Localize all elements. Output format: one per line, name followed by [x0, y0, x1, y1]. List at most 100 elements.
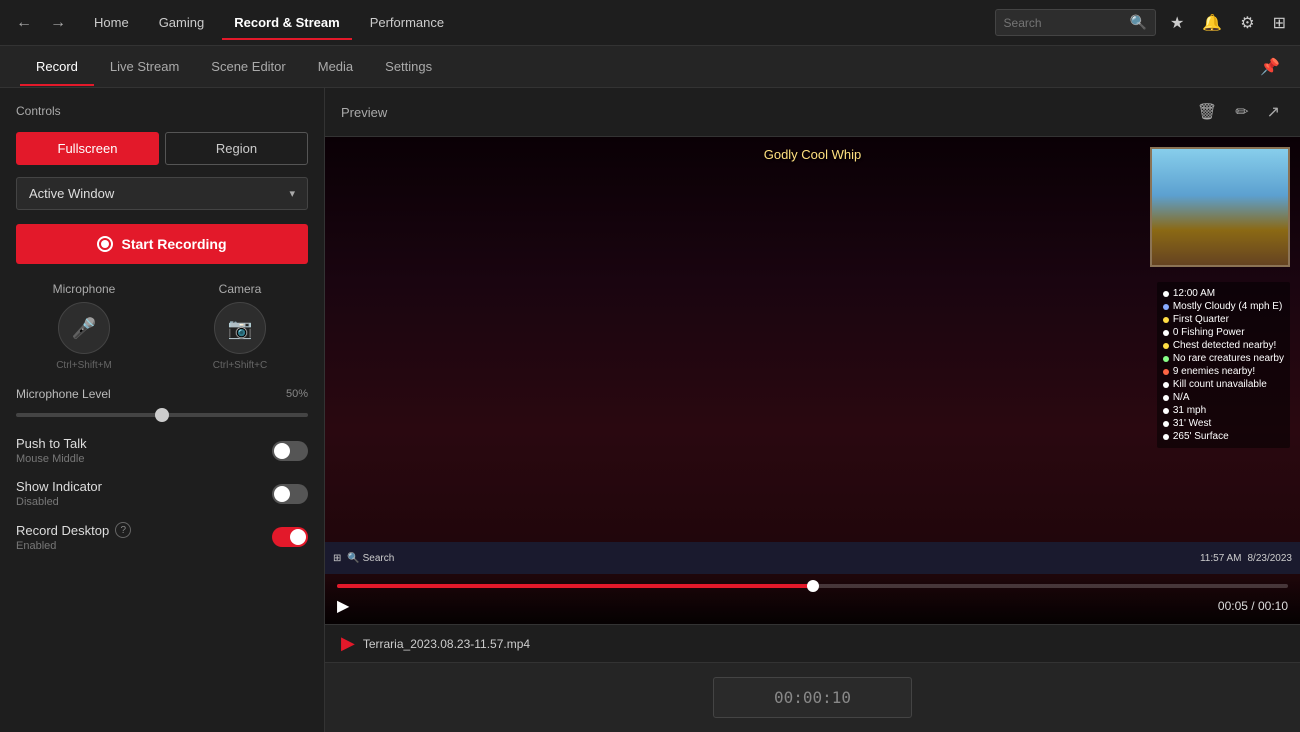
hud-dot-8 — [1163, 382, 1169, 388]
push-to-talk-label: Push to Talk — [16, 436, 87, 451]
fullscreen-button[interactable]: Fullscreen — [16, 132, 159, 165]
hud-dot-9 — [1163, 395, 1169, 401]
gear-icon[interactable]: ⚙ — [1236, 9, 1258, 37]
active-window-dropdown[interactable]: Active Window ▾ — [16, 177, 308, 210]
hud-text-7: 9 enemies nearby! — [1173, 366, 1255, 377]
file-icon: ▶ — [341, 633, 355, 654]
hud-dot-3 — [1163, 317, 1169, 323]
hud-text-8: Kill count unavailable — [1173, 379, 1267, 390]
nav-home[interactable]: Home — [82, 11, 141, 34]
grid-icon[interactable]: ⊞ — [1269, 9, 1290, 37]
hud-text-6: No rare creatures nearby — [1173, 353, 1284, 364]
microphone-level-row: Microphone Level 50% — [16, 387, 308, 420]
dropdown-value: Active Window — [29, 186, 114, 201]
start-recording-button[interactable]: Start Recording — [16, 224, 308, 264]
camera-icon: 📷 — [228, 316, 253, 341]
forward-button[interactable]: → — [44, 10, 72, 36]
hud-text-1: 12:00 AM — [1173, 288, 1215, 299]
hud-dot-12 — [1163, 434, 1169, 440]
search-icon[interactable]: 🔍 — [1130, 14, 1147, 31]
hud-dot-1 — [1163, 291, 1169, 297]
microphone-shortcut: Ctrl+Shift+M — [56, 360, 112, 371]
hud-line-4: 0 Fishing Power — [1163, 327, 1284, 338]
total-time: 00:10 — [1258, 599, 1288, 613]
pin-icon[interactable]: 📌 — [1260, 59, 1280, 76]
toggle-knob-3 — [290, 529, 306, 545]
left-panel: Controls Fullscreen Region Active Window… — [0, 88, 325, 732]
hud-dot-2 — [1163, 304, 1169, 310]
tab-record[interactable]: Record — [20, 49, 94, 84]
microphone-level-slider[interactable] — [16, 413, 308, 417]
tab-live-stream[interactable]: Live Stream — [94, 49, 195, 84]
show-indicator-sub: Disabled — [16, 496, 102, 508]
record-icon — [97, 236, 113, 252]
camera-button[interactable]: 📷 — [214, 302, 266, 354]
time-display: 00:05 / 00:10 — [1218, 599, 1288, 613]
microphone-level-value: 50% — [286, 388, 308, 400]
hud-line-8: Kill count unavailable — [1163, 379, 1284, 390]
minimap — [1150, 147, 1290, 267]
bookmark-icon[interactable]: ★ — [1166, 9, 1188, 37]
progress-bar[interactable] — [337, 584, 1288, 588]
taskbar-start: ⊞ — [333, 553, 341, 564]
preview-header: Preview 🗑 ✏ ↗ — [325, 88, 1300, 137]
push-to-talk-row: Push to Talk Mouse Middle — [16, 436, 308, 465]
region-button[interactable]: Region — [165, 132, 308, 165]
microphone-level-label: Microphone Level — [16, 387, 111, 401]
hud-dot-4 — [1163, 330, 1169, 336]
record-desktop-sub: Enabled — [16, 540, 131, 552]
file-info-row: ▶ Terraria_2023.08.23-11.57.mp4 — [325, 624, 1300, 662]
hud-text-5: Chest detected nearby! — [1173, 340, 1276, 351]
right-panel: Preview 🗑 ✏ ↗ Godly Cool Whip 12:00 — [325, 88, 1300, 732]
hud-line-6: No rare creatures nearby — [1163, 353, 1284, 364]
nav-performance[interactable]: Performance — [358, 11, 456, 34]
controls-title: Controls — [16, 104, 308, 118]
game-preview: Godly Cool Whip 12:00 AM Mostly Cloudy (… — [325, 137, 1300, 624]
microphone-control: Microphone 🎤 Ctrl+Shift+M — [16, 282, 152, 371]
hud-dot-7 — [1163, 369, 1169, 375]
help-icon[interactable]: ? — [115, 522, 131, 538]
show-indicator-row: Show Indicator Disabled — [16, 479, 308, 508]
microphone-button[interactable]: 🎤 — [58, 302, 110, 354]
nav-record-stream[interactable]: Record & Stream — [222, 11, 351, 34]
current-time: 00:05 — [1218, 599, 1248, 613]
hud-text-11: 31' West — [1173, 418, 1211, 429]
push-to-talk-toggle[interactable] — [272, 441, 308, 461]
show-indicator-toggle[interactable] — [272, 484, 308, 504]
back-button[interactable]: ← — [10, 10, 38, 36]
nav-gaming[interactable]: Gaming — [147, 11, 217, 34]
duration-bar: 00:00:10 — [325, 662, 1300, 732]
progress-fill — [337, 584, 813, 588]
search-input[interactable] — [1004, 16, 1124, 30]
tab-scene-editor[interactable]: Scene Editor — [195, 49, 301, 84]
push-to-talk-sub: Mouse Middle — [16, 453, 87, 465]
hud-overlay: 12:00 AM Mostly Cloudy (4 mph E) First Q… — [1157, 282, 1290, 448]
record-desktop-toggle[interactable] — [272, 527, 308, 547]
main-layout: Controls Fullscreen Region Active Window… — [0, 88, 1300, 732]
microphone-label: Microphone — [53, 282, 116, 296]
record-btn-label: Start Recording — [121, 236, 226, 252]
video-container: Godly Cool Whip 12:00 AM Mostly Cloudy (… — [325, 137, 1300, 624]
camera-shortcut: Ctrl+Shift+C — [213, 360, 267, 371]
device-row: Microphone 🎤 Ctrl+Shift+M Camera 📷 Ctrl+… — [16, 282, 308, 371]
record-desktop-row: Record Desktop ? Enabled — [16, 522, 308, 552]
sub-tabs: Record Live Stream Scene Editor Media Se… — [0, 46, 1300, 88]
toggle-knob — [274, 443, 290, 459]
slider-header: Microphone Level 50% — [16, 387, 308, 401]
tab-media[interactable]: Media — [302, 49, 369, 84]
camera-label: Camera — [219, 282, 262, 296]
hud-dot-6 — [1163, 356, 1169, 362]
edit-button[interactable]: ✏ — [1231, 98, 1252, 126]
hud-text-4: 0 Fishing Power — [1173, 327, 1245, 338]
file-name: Terraria_2023.08.23-11.57.mp4 — [363, 637, 530, 651]
preview-title: Preview — [341, 105, 387, 120]
trash-button[interactable]: 🗑 — [1193, 98, 1221, 126]
tab-settings[interactable]: Settings — [369, 49, 448, 84]
bell-icon[interactable]: 🔔 — [1198, 9, 1226, 37]
export-button[interactable]: ↗ — [1263, 98, 1284, 126]
duration-display: 00:00:10 — [713, 677, 912, 718]
progress-dot — [807, 580, 819, 592]
play-button[interactable]: ▶ — [337, 596, 349, 616]
search-box[interactable]: 🔍 — [995, 9, 1156, 36]
record-desktop-info: Record Desktop ? Enabled — [16, 522, 131, 552]
